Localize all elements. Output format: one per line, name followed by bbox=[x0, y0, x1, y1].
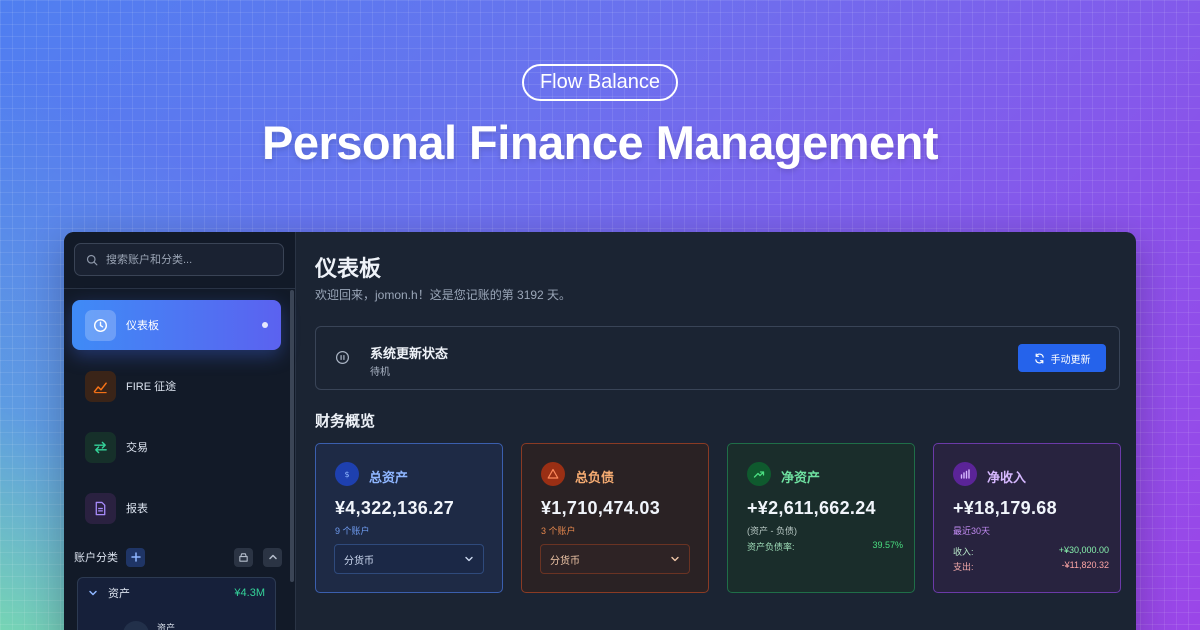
sidebar-item-label: 仪表板 bbox=[126, 320, 159, 332]
account-category-title: 账户分类 bbox=[74, 552, 118, 564]
income-row: 收入: +¥30,000.00 bbox=[953, 545, 1109, 558]
income-value: +¥30,000.00 bbox=[1058, 545, 1109, 555]
card-value: ¥4,322,136.27 bbox=[335, 498, 455, 518]
main-content: 仪表板 欢迎回来，jomon.h！这是您记账的第 3192 天。 系统更新状态 … bbox=[296, 232, 1136, 630]
divider bbox=[64, 288, 295, 289]
card-subtitle: 9 个账户 bbox=[335, 526, 370, 536]
income-label: 收入: bbox=[953, 547, 974, 557]
brand-badge: Flow Balance bbox=[521, 64, 679, 101]
search-box[interactable] bbox=[74, 243, 284, 276]
card-value: ¥1,710,474.03 bbox=[541, 498, 661, 518]
app-window: 仪表板 FIRE 征途 交易 报表 账户分类 bbox=[64, 232, 1136, 630]
add-category-button[interactable] bbox=[126, 547, 145, 567]
debt-ratio-value: 39.57% bbox=[872, 540, 903, 550]
chevron-down-icon bbox=[671, 556, 679, 562]
hero-title: Personal Finance Management bbox=[261, 116, 939, 169]
sidebar-scrollbar[interactable] bbox=[290, 290, 294, 582]
sidebar: 仪表板 FIRE 征途 交易 报表 账户分类 bbox=[64, 232, 296, 630]
card-title: 总资产 bbox=[369, 470, 409, 485]
pause-circle-icon bbox=[335, 350, 350, 365]
trending-up-icon bbox=[747, 462, 771, 486]
total-liabilities-card: 总负债 ¥1,710,474.03 3 个账户 分货币 bbox=[521, 443, 709, 593]
collapse-all-button[interactable] bbox=[263, 547, 282, 567]
currency-split-select[interactable]: 分货币 bbox=[540, 544, 690, 574]
refresh-icon bbox=[1034, 353, 1044, 363]
status-state: 待机 bbox=[370, 367, 390, 378]
account-group-amount: ¥4.3M bbox=[234, 587, 265, 599]
debt-ratio-row: 资产负债率: 39.57% bbox=[747, 540, 903, 553]
status-title: 系统更新状态 bbox=[370, 346, 449, 361]
card-title: 净收入 bbox=[987, 470, 1027, 485]
active-indicator bbox=[262, 322, 268, 328]
select-value: 分货币 bbox=[344, 555, 374, 567]
sidebar-item-label: 报表 bbox=[126, 503, 148, 515]
currency-split-select[interactable]: 分货币 bbox=[334, 544, 484, 574]
account-subitem[interactable]: 资产 bbox=[123, 621, 175, 630]
svg-text:$: $ bbox=[344, 470, 349, 479]
card-title: 净资产 bbox=[781, 470, 821, 485]
sidebar-item-label: FIRE 征途 bbox=[126, 381, 177, 393]
manual-update-label: 手动更新 bbox=[1050, 354, 1091, 366]
overview-title: 财务概览 bbox=[315, 413, 376, 430]
expense-value: -¥11,820.32 bbox=[1061, 560, 1109, 570]
clock-icon bbox=[85, 309, 116, 341]
sidebar-item-dashboard[interactable]: 仪表板 bbox=[72, 300, 281, 350]
swap-arrows-icon bbox=[85, 431, 116, 463]
chevron-up-icon bbox=[268, 554, 277, 560]
sidebar-item-label: 交易 bbox=[126, 442, 148, 454]
search-icon bbox=[86, 254, 98, 265]
welcome-message: 欢迎回来，jomon.h！这是您记账的第 3192 天。 bbox=[315, 288, 572, 302]
card-subtitle: 最近30天 bbox=[953, 526, 991, 536]
account-subitem-label: 资产 bbox=[157, 622, 176, 630]
bar-chart-icon bbox=[953, 462, 977, 486]
dollar-icon: $ bbox=[335, 462, 359, 486]
card-title: 总负债 bbox=[575, 470, 615, 485]
card-value: +¥2,611,662.24 bbox=[747, 498, 876, 518]
total-assets-card: $ 总资产 ¥4,322,136.27 9 个账户 分货币 bbox=[315, 443, 503, 593]
account-avatar bbox=[123, 621, 149, 630]
archive-button[interactable] bbox=[234, 547, 253, 567]
manual-update-button[interactable]: 手动更新 bbox=[1018, 344, 1106, 372]
card-value: +¥18,179.68 bbox=[953, 498, 1057, 518]
archive-icon bbox=[239, 552, 248, 562]
account-group-row[interactable]: 资产 ¥4.3M bbox=[78, 578, 275, 608]
expense-label: 支出: bbox=[953, 562, 974, 572]
net-worth-card: 净资产 +¥2,611,662.24 (资产 - 负债) 资产负债率: 39.5… bbox=[727, 443, 915, 593]
expense-row: 支出: -¥11,820.32 bbox=[953, 560, 1109, 573]
account-category-header: 账户分类 bbox=[74, 546, 282, 568]
warning-icon bbox=[541, 462, 565, 486]
account-group-assets[interactable]: 资产 ¥4.3M 资产 bbox=[77, 577, 276, 630]
sidebar-item-fire[interactable]: FIRE 征途 bbox=[72, 361, 281, 411]
system-status-card: 系统更新状态 待机 手动更新 bbox=[315, 326, 1120, 390]
card-subtitle: (资产 - 负债) bbox=[747, 526, 797, 536]
sidebar-item-reports[interactable]: 报表 bbox=[72, 483, 281, 533]
sidebar-item-transactions[interactable]: 交易 bbox=[72, 422, 281, 472]
account-group-name: 资产 bbox=[108, 588, 130, 600]
chevron-down-icon bbox=[89, 590, 97, 596]
plus-icon bbox=[130, 552, 141, 562]
net-income-card: 净收入 +¥18,179.68 最近30天 收入: +¥30,000.00 支出… bbox=[933, 443, 1121, 593]
debt-ratio-label: 资产负债率: bbox=[747, 542, 795, 552]
chevron-down-icon bbox=[465, 556, 473, 562]
hero: Flow Balance Personal Finance Management bbox=[0, 64, 1200, 170]
select-value: 分货币 bbox=[550, 555, 580, 567]
card-subtitle: 3 个账户 bbox=[541, 526, 576, 536]
search-input[interactable] bbox=[106, 253, 276, 266]
document-icon bbox=[85, 492, 116, 524]
trend-chart-icon bbox=[85, 370, 116, 402]
page-title: 仪表板 bbox=[315, 256, 382, 281]
